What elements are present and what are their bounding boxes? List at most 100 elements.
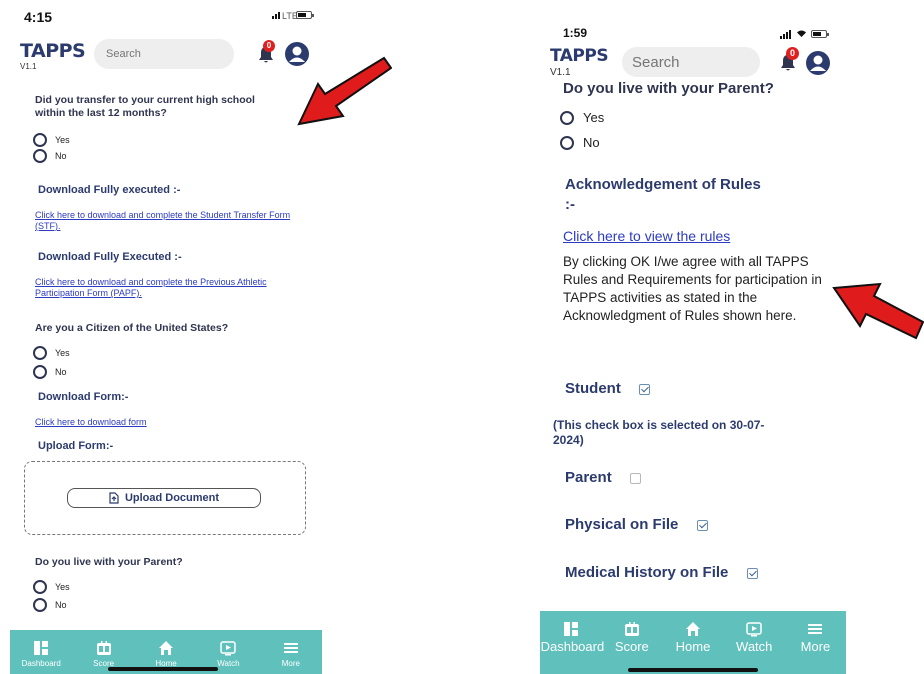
home-icon — [159, 641, 174, 655]
scoreboard-icon — [96, 641, 111, 655]
tab-label: Watch — [217, 659, 240, 668]
logo-text: TAPPS — [550, 46, 609, 66]
radio-parent-yes[interactable]: Yes — [560, 110, 604, 125]
bottom-tab-bar: Dashboard Score Home Watch More — [540, 611, 846, 674]
notification-badge: 0 — [786, 47, 799, 60]
tab-watch[interactable]: Watch — [724, 611, 785, 674]
notification-badge: 0 — [263, 40, 275, 52]
radio-citizen-no[interactable]: No — [33, 365, 67, 379]
upload-file-icon — [109, 492, 119, 504]
option-label: No — [583, 135, 600, 150]
play-icon — [220, 641, 237, 656]
physical-label: Physical on File — [565, 516, 679, 533]
tab-label: Dashboard — [540, 639, 605, 654]
status-time: 4:15 — [24, 9, 53, 25]
physical-row: Physical on File — [565, 516, 708, 533]
parent-checkbox-icon[interactable] — [629, 472, 641, 484]
scoreboard-icon — [624, 622, 639, 636]
radio-selected-icon — [33, 133, 47, 147]
tab-more[interactable]: More — [785, 611, 846, 674]
download-form-heading: Download Form:- — [38, 391, 129, 403]
radio-parent-yes[interactable]: Yes — [33, 580, 70, 594]
radio-empty-icon — [560, 135, 574, 150]
radio-empty-icon — [33, 598, 47, 612]
tab-label: More — [800, 639, 831, 654]
radio-empty-icon — [33, 346, 47, 360]
question-parent: Do you live with your Parent? — [563, 80, 774, 97]
parent-label: Parent — [565, 469, 612, 486]
acknowledgement-text: By clicking OK I/we agree with all TAPPS… — [563, 254, 822, 323]
radio-transfer-yes[interactable]: Yes — [33, 133, 70, 147]
battery-icon — [811, 30, 829, 38]
link-download-form[interactable]: Click here to download form — [35, 417, 147, 427]
tab-dashboard[interactable]: Dashboard — [540, 611, 605, 674]
tab-label: Score — [614, 639, 649, 654]
radio-parent-no[interactable]: No — [560, 135, 600, 150]
upload-document-button[interactable]: Upload Document — [67, 488, 261, 508]
notification-button[interactable]: 0 — [780, 47, 799, 77]
medical-checkbox-checked-icon[interactable] — [746, 567, 758, 579]
tab-label: More — [281, 659, 300, 668]
play-icon — [746, 622, 762, 637]
phone-screen-left: 4:15 LTE TAPPS V1.1 0 Did you transfer t… — [10, 0, 322, 674]
student-row: Student — [565, 380, 650, 397]
app-version: V1.1 — [20, 62, 37, 71]
option-label: No — [55, 367, 67, 377]
status-bar: 1:59 — [540, 0, 846, 40]
tab-more[interactable]: More — [260, 630, 322, 674]
app-logo[interactable]: TAPPS V1.1 — [20, 40, 86, 71]
tab-label: Dashboard — [21, 659, 61, 668]
wifi-icon — [797, 30, 806, 37]
parent-row: Parent — [565, 469, 641, 486]
account-button[interactable] — [805, 50, 831, 81]
dashboard-icon — [563, 622, 578, 636]
tab-label: Watch — [736, 639, 773, 654]
upload-form-heading: Upload Form:- — [38, 440, 114, 452]
radio-selected-icon — [33, 365, 47, 379]
tab-score[interactable]: Score — [601, 611, 662, 674]
question-parent: Do you live with your Parent? — [35, 556, 183, 568]
student-label: Student — [565, 380, 621, 397]
physical-checkbox-checked-icon[interactable] — [696, 519, 708, 531]
logo-text: TAPPS — [20, 40, 86, 62]
home-icon — [686, 622, 700, 636]
home-indicator — [108, 667, 218, 671]
home-indicator — [628, 668, 758, 672]
upload-button-label: Upload Document — [124, 492, 220, 504]
option-label: No — [55, 600, 67, 610]
medical-row: Medical History on File — [565, 564, 758, 581]
menu-icon — [283, 643, 298, 653]
search-input[interactable] — [622, 47, 760, 77]
annotation-arrow-icon — [297, 56, 392, 126]
app-version: V1.1 — [550, 67, 571, 78]
option-label: Yes — [583, 110, 605, 125]
battery-icon — [296, 11, 314, 19]
menu-icon — [808, 624, 823, 634]
signal-icon — [780, 30, 791, 39]
notification-button[interactable]: 0 — [258, 40, 275, 69]
option-label: Yes — [55, 135, 70, 145]
option-label: No — [55, 151, 67, 161]
radio-parent-no[interactable]: No — [33, 598, 67, 612]
tab-home[interactable]: Home — [662, 611, 723, 674]
account-icon — [806, 51, 830, 75]
link-papf[interactable]: Click here to download and complete the … — [35, 277, 315, 299]
question-transfer: Did you transfer to your current high sc… — [35, 94, 255, 119]
radio-selected-icon — [560, 110, 574, 125]
radio-transfer-no[interactable]: No — [33, 149, 67, 163]
link-view-rules[interactable]: Click here to view the rules — [563, 228, 730, 244]
student-checkbox-checked-icon[interactable] — [639, 383, 650, 395]
tab-label: Home — [675, 639, 711, 654]
phone-screen-right: 1:59 TAPPS V1.1 0 Do you live with your … — [540, 0, 846, 674]
tab-dashboard[interactable]: Dashboard — [10, 630, 72, 674]
link-stf[interactable]: Click here to download and complete the … — [35, 210, 315, 232]
app-logo[interactable]: TAPPS V1.1 — [550, 46, 609, 78]
download-executed-heading-2: Download Fully Executed :- — [38, 251, 182, 263]
status-time: 1:59 — [563, 26, 588, 40]
option-label: Yes — [55, 348, 70, 358]
student-check-note: (This check box is selected on 30-07-202… — [553, 418, 765, 447]
annotation-arrow-icon — [832, 282, 924, 340]
question-citizen: Are you a Citizen of the United States? — [35, 322, 229, 334]
radio-citizen-yes[interactable]: Yes — [33, 346, 70, 360]
search-input[interactable] — [94, 39, 234, 69]
